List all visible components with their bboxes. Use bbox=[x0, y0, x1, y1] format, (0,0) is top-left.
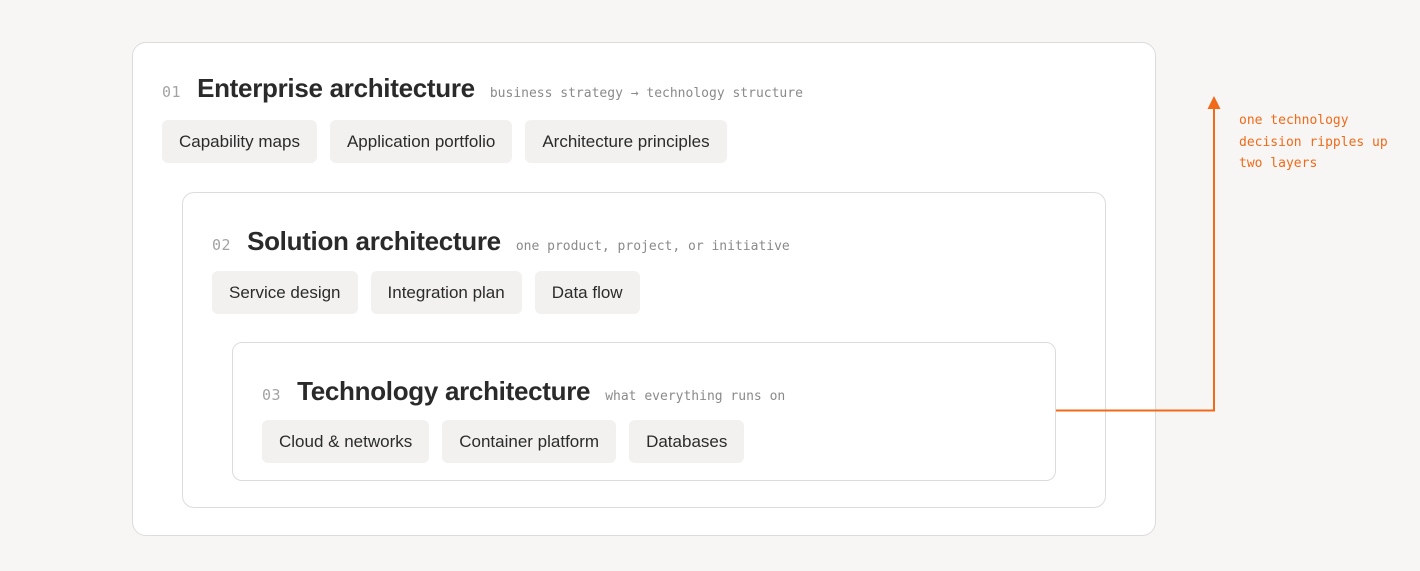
annotation-line: one technology bbox=[1239, 113, 1349, 128]
layer-title: Solution architecture bbox=[247, 226, 501, 256]
chip-data-flow: Data flow bbox=[534, 271, 640, 314]
layer-chips: Service design Integration plan Data flo… bbox=[212, 271, 640, 314]
layer-number: 02 bbox=[212, 236, 232, 254]
layer-header: 02 Solution architecture one product, pr… bbox=[212, 226, 790, 257]
chip-container-platform: Container platform bbox=[442, 420, 617, 463]
arrow-up-icon bbox=[1207, 96, 1221, 109]
layer-header: 01 Enterprise architecture business stra… bbox=[162, 73, 803, 104]
chip-capability-maps: Capability maps bbox=[162, 120, 317, 163]
layer-subtitle: one product, project, or initiative bbox=[515, 239, 790, 254]
chip-integration-plan: Integration plan bbox=[370, 271, 522, 314]
annotation-line: decision ripples up bbox=[1239, 134, 1388, 150]
chip-databases: Databases bbox=[629, 420, 745, 463]
layer-header: 03 Technology architecture what everythi… bbox=[262, 376, 785, 407]
layer-title: Enterprise architecture bbox=[197, 73, 475, 103]
layer-subtitle: what everything runs on bbox=[605, 389, 786, 404]
chip-service-design: Service design bbox=[212, 271, 358, 314]
layer-subtitle: business strategy → technology structure bbox=[489, 86, 803, 101]
chip-architecture-principles: Architecture principles bbox=[525, 120, 727, 163]
annotation-line: two layers bbox=[1239, 156, 1318, 171]
layer-chips: Capability maps Application portfolio Ar… bbox=[162, 120, 727, 163]
layer-title: Technology architecture bbox=[297, 376, 591, 406]
ripple-annotation: one technology decision ripples up two l… bbox=[1239, 110, 1415, 175]
chip-cloud-networks: Cloud & networks bbox=[262, 420, 430, 463]
layer-chips: Cloud & networks Container platform Data… bbox=[262, 420, 745, 463]
layer-number: 01 bbox=[162, 83, 182, 101]
layer-number: 03 bbox=[262, 386, 282, 404]
technology-architecture-layer: 03 Technology architecture what everythi… bbox=[232, 342, 1056, 481]
chip-application-portfolio: Application portfolio bbox=[329, 120, 513, 163]
